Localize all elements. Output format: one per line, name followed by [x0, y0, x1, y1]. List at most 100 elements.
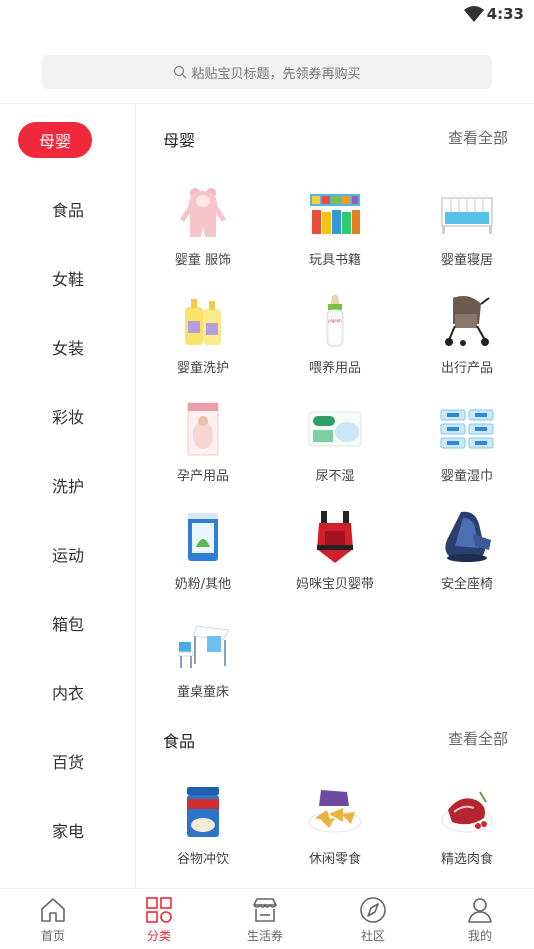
tab-home[interactable]: 首页 [0, 895, 106, 947]
sidebar-item-label: 百货 [51, 753, 84, 772]
category-cell[interactable]: 婴童寝居 [401, 183, 533, 283]
sidebar-item-xihu[interactable]: 洗护 [0, 465, 136, 505]
baby-carrier-image [305, 507, 365, 567]
sidebar-item-nvzhuang[interactable]: 女装 [0, 327, 136, 367]
category-cell[interactable]: 玩具书籍 [269, 183, 401, 283]
sidebar-item-muying[interactable]: 母婴 [0, 120, 136, 160]
category-cell[interactable]: 安全座椅 [401, 507, 533, 607]
tab-label: 社区 [360, 929, 385, 943]
category-label: 出行产品 [440, 361, 493, 376]
category-label: 妈咪宝贝婴带 [295, 577, 374, 592]
sidebar-item-label: 箱包 [51, 615, 84, 634]
sidebar-item-label: 运动 [51, 546, 84, 565]
category-label: 谷物冲饮 [176, 852, 229, 867]
section-header: 食品 查看全部 [137, 724, 534, 754]
sidebar-item-neiyi[interactable]: 内衣 [0, 672, 136, 712]
toy-books-image [305, 183, 365, 243]
category-label: 休闲零食 [308, 852, 361, 867]
sidebar-item-yundong[interactable]: 运动 [0, 534, 136, 574]
sidebar-item-label: 内衣 [51, 684, 84, 703]
sidebar-item-label: 家电 [51, 822, 84, 841]
category-cell[interactable]: 出行产品 [401, 291, 533, 391]
svg-text:pigeon: pigeon [328, 318, 342, 323]
status-bar: 4:33 [0, 0, 534, 30]
sidebar-item-caizhuang[interactable]: 彩妆 [0, 396, 136, 436]
category-label: 尿不湿 [315, 469, 355, 484]
sidebar-item-label: 彩妆 [51, 408, 84, 427]
search-header: 粘贴宝贝标题，先领券再购买 [0, 30, 534, 104]
category-cell[interactable]: 婴童 服饰 [137, 183, 269, 283]
sidebar-item-jiadian[interactable]: 家电 [0, 810, 136, 850]
bottom-tab-bar: 首页 分类 生活券 社区 我的 [0, 888, 534, 949]
category-cell[interactable]: 婴童湿巾 [401, 399, 533, 499]
home-icon [41, 898, 65, 922]
cereal-drink-image [173, 782, 233, 842]
maternity-product-image [173, 399, 233, 459]
tab-label: 我的 [467, 929, 492, 943]
category-label: 童桌童床 [176, 685, 229, 700]
category-cell[interactable]: 童桌童床 [137, 615, 269, 715]
tab-label: 首页 [40, 929, 65, 943]
meat-image [437, 782, 497, 842]
category-sidebar: 母婴 食品 女鞋 女装 彩妆 洗护 运动 箱包 内衣 百货 家电 [0, 105, 136, 887]
section-title: 母婴 [163, 131, 196, 150]
car-seat-image [437, 507, 497, 567]
view-all-link[interactable]: 查看全部 [448, 728, 508, 749]
snacks-image [305, 782, 365, 842]
category-label: 安全座椅 [440, 577, 493, 592]
category-cell[interactable]: pigeon 喂养用品 [269, 291, 401, 391]
search-placeholder: 粘贴宝贝标题，先领券再购买 [191, 66, 361, 82]
category-label: 精选肉食 [440, 852, 493, 867]
category-cell[interactable]: 尿不湿 [269, 399, 401, 499]
sidebar-item-nvxie[interactable]: 女鞋 [0, 258, 136, 298]
sidebar-item-label: 女鞋 [51, 270, 84, 289]
sidebar-item-label: 母婴 [18, 122, 92, 158]
search-input[interactable]: 粘贴宝贝标题，先领券再购买 [42, 55, 492, 89]
category-label: 玩具书籍 [308, 253, 361, 268]
category-content: 母婴 查看全部 婴童 服饰 玩具书籍 婴童寝居 婴童洗护 pigeon 喂养用品… [137, 105, 534, 887]
sidebar-item-label: 女装 [51, 339, 84, 358]
category-label: 婴童湿巾 [440, 469, 493, 484]
stroller-image [437, 291, 497, 351]
baby-crib-image [437, 183, 497, 243]
category-cell[interactable]: 谷物冲饮 [137, 782, 269, 882]
sidebar-item-label: 洗护 [51, 477, 84, 496]
tab-life-coupon[interactable]: 生活券 [212, 895, 318, 947]
category-label: 婴童寝居 [440, 253, 493, 268]
sidebar-item-shipin[interactable]: 食品 [0, 189, 136, 229]
baby-wash-bottles-image [173, 291, 233, 351]
sidebar-item-xiangbao[interactable]: 箱包 [0, 603, 136, 643]
category-icon [146, 897, 172, 923]
section-header: 母婴 查看全部 [137, 123, 534, 153]
sidebar-item-label: 食品 [51, 201, 84, 220]
category-cell[interactable]: 妈咪宝贝婴带 [269, 507, 401, 607]
category-cell[interactable]: 婴童洗护 [137, 291, 269, 391]
tab-label: 生活券 [246, 929, 283, 943]
wifi-icon [464, 6, 484, 22]
category-label: 奶粉/其他 [174, 577, 232, 592]
user-icon [468, 898, 492, 923]
search-icon [174, 65, 187, 79]
tab-community[interactable]: 社区 [320, 895, 426, 947]
category-cell[interactable]: 休闲零食 [269, 782, 401, 882]
view-all-link[interactable]: 查看全部 [448, 127, 508, 148]
category-label: 婴童 服饰 [174, 253, 232, 268]
status-time: 4:33 [486, 5, 524, 23]
tab-category[interactable]: 分类 [106, 895, 212, 947]
category-label: 婴童洗护 [176, 361, 229, 376]
feeding-bottle-image: pigeon [305, 291, 365, 351]
diapers-image [305, 399, 365, 459]
baby-wipes-image [437, 399, 497, 459]
milk-powder-image [173, 507, 233, 567]
category-cell[interactable]: 精选肉食 [401, 782, 533, 882]
category-cell[interactable]: 奶粉/其他 [137, 507, 269, 607]
tab-mine[interactable]: 我的 [427, 895, 533, 947]
tab-label: 分类 [146, 929, 171, 943]
section-title: 食品 [163, 732, 196, 751]
compass-icon [360, 897, 386, 923]
baby-romper-image [173, 183, 233, 243]
category-cell[interactable]: 孕产用品 [137, 399, 269, 499]
kids-desk-image [173, 615, 233, 675]
sidebar-item-baihuo[interactable]: 百货 [0, 741, 136, 781]
category-label: 喂养用品 [308, 361, 361, 376]
